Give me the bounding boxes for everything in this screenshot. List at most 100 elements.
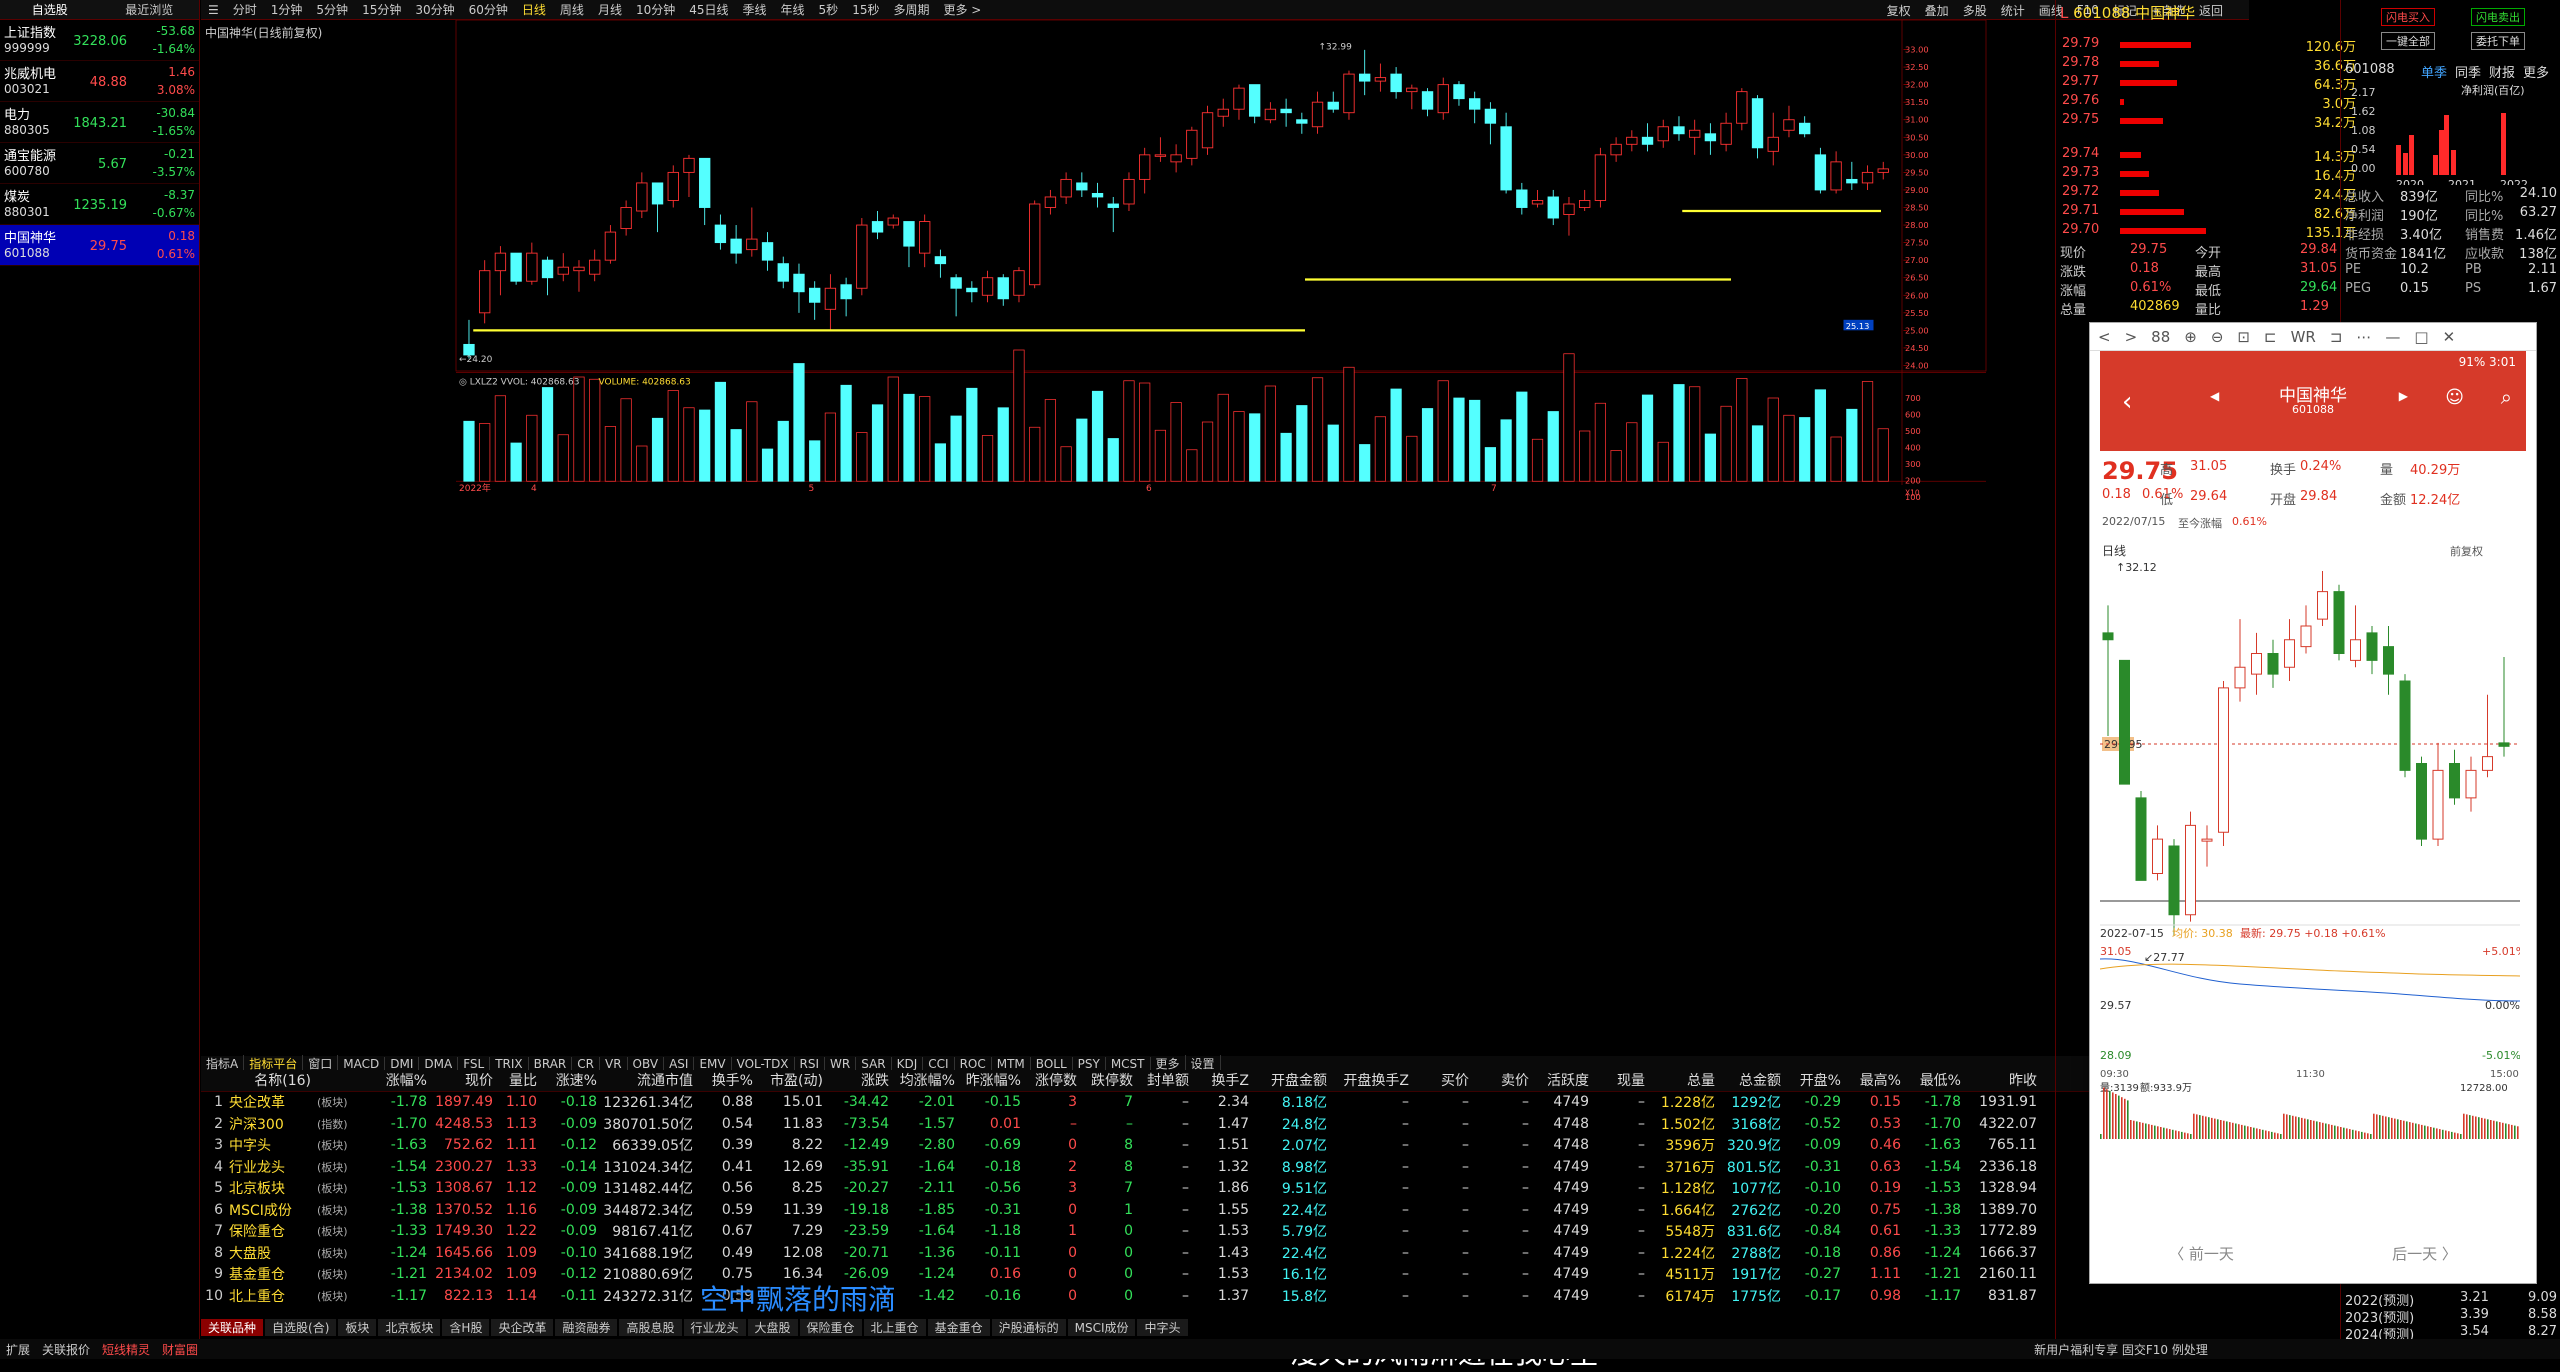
period-tab[interactable]: 周线	[553, 1, 591, 18]
period-tab[interactable]: 15分钟	[355, 1, 408, 18]
browser-icon[interactable]: —	[2385, 328, 2400, 346]
info-tab[interactable]: 单季	[2421, 62, 2447, 81]
indicator-tab[interactable]: SAR	[856, 1056, 892, 1071]
browser-icon[interactable]: ⊕	[2184, 328, 2197, 346]
info-tab[interactable]: 财报	[2489, 62, 2515, 81]
ext-tab[interactable]: 财富圈	[156, 1341, 204, 1358]
tab-watchlist[interactable]: 自选股	[0, 0, 100, 19]
tool-button[interactable]: 多股	[1956, 2, 1994, 19]
indicator-tab[interactable]: BOLL	[1031, 1056, 1073, 1071]
watchlist-item[interactable]: 上证指数 999999 3228.06 -53.68 -1.64%	[0, 20, 199, 61]
indicator-tab[interactable]: CCI	[923, 1056, 955, 1071]
watchlist-item[interactable]: 通宝能源 600780 5.67 -0.21 -3.57%	[0, 143, 199, 184]
indicator-tab[interactable]: PSY	[1073, 1056, 1106, 1071]
indicator-tab[interactable]: MCST	[1106, 1056, 1151, 1071]
period-tab[interactable]: 60分钟	[462, 1, 515, 18]
bid-level[interactable]: 29.70 135.1万	[2058, 222, 2356, 241]
tool-button[interactable]: 叠加	[1918, 2, 1956, 19]
info-tab[interactable]: 同季	[2455, 62, 2481, 81]
indicator-tab[interactable]: KDJ	[892, 1056, 924, 1071]
sector-tab[interactable]: 自选股(合)	[265, 1318, 337, 1336]
bid-level[interactable]: 29.73 16.4万	[2058, 165, 2356, 184]
watchlist-item[interactable]: 兆威机电 003021 48.88 1.46 3.08%	[0, 61, 199, 102]
prev-day-button[interactable]: 〈 前一天	[2169, 1243, 2234, 1264]
phone-window[interactable]: < >88 ⊕ ⊖ ⊡ ⊏ WR ⊐ ⋯ — □ ✕ 91% 3:01 ‹ ◀ 中国神华 601088…	[2089, 322, 2537, 1284]
browser-icon[interactable]: □	[2414, 328, 2428, 346]
indicator-tab[interactable]: EMV	[694, 1056, 732, 1071]
column-header[interactable]: 昨收	[1961, 1070, 2037, 1090]
column-header[interactable]: 开盘换手Z	[1327, 1070, 1409, 1090]
column-header[interactable]: 现量	[1589, 1070, 1645, 1090]
column-header[interactable]: 市盈(动)	[753, 1070, 823, 1090]
column-header[interactable]: 均涨幅%	[889, 1070, 955, 1090]
indicator-tab[interactable]: DMA	[419, 1056, 459, 1071]
browser-icon[interactable]: ⊡	[2237, 328, 2250, 346]
column-header[interactable]: 涨停数	[1021, 1070, 1077, 1090]
ask-level[interactable]: 29.79 120.6万	[2058, 36, 2356, 55]
tool-button[interactable]: 复权	[1880, 2, 1918, 19]
sector-tab[interactable]: 沪股通标的	[991, 1318, 1066, 1336]
column-header[interactable]: 涨幅%	[355, 1070, 427, 1090]
period-tab[interactable]: 15秒	[845, 1, 886, 18]
period-tab[interactable]: 30分钟	[408, 1, 461, 18]
column-header[interactable]: 量比	[493, 1070, 537, 1090]
sector-tab[interactable]: 融资融券	[555, 1318, 618, 1336]
sector-tab[interactable]: MSCI成份	[1067, 1318, 1136, 1336]
column-header[interactable]: 卖价	[1469, 1070, 1529, 1090]
indicator-tab[interactable]: ROC	[955, 1056, 992, 1071]
sector-tab[interactable]: 板块	[338, 1318, 377, 1336]
order-button[interactable]: 委托下单	[2471, 32, 2525, 50]
sector-tab[interactable]: 中字头	[1137, 1318, 1188, 1336]
one-key-button[interactable]: 一键全部	[2381, 32, 2435, 50]
period-tab[interactable]: 季线	[736, 1, 774, 18]
indicator-tab[interactable]: RSI	[795, 1056, 826, 1071]
column-header[interactable]: 总金额	[1715, 1070, 1781, 1090]
browser-icon[interactable]: ✕	[2443, 328, 2456, 346]
sector-tab[interactable]: 央企改革	[491, 1318, 554, 1336]
sector-tab[interactable]: 含H股	[442, 1318, 490, 1336]
quick-buy-button[interactable]: 闪电买入	[2381, 8, 2435, 26]
browser-icon[interactable]: <	[2098, 328, 2111, 346]
column-header[interactable]: 开盘金额	[1249, 1070, 1327, 1090]
ext-tab[interactable]: 短线精灵	[96, 1341, 156, 1358]
column-header[interactable]: 现价	[427, 1070, 493, 1090]
indicator-tab[interactable]: VOL-TDX	[732, 1056, 795, 1071]
watchlist-item[interactable]: 电力 880305 1843.21 -30.84 -1.65%	[0, 102, 199, 143]
column-header[interactable]: 跌停数	[1077, 1070, 1133, 1090]
column-header[interactable]: 买价	[1409, 1070, 1469, 1090]
period-tab[interactable]: 多周期	[886, 1, 936, 18]
column-header[interactable]: 涨跌	[823, 1070, 889, 1090]
period-tab[interactable]: 年线	[774, 1, 812, 18]
ext-tab[interactable]: 扩展	[0, 1341, 36, 1358]
column-header[interactable]: 名称(16)	[223, 1070, 311, 1090]
column-header[interactable]: 开盘%	[1781, 1070, 1841, 1090]
indicator-tab[interactable]: ASI	[664, 1056, 695, 1071]
bid-level[interactable]: 29.74 14.3万	[2058, 146, 2356, 165]
indicator-tab[interactable]: TRIX	[490, 1056, 529, 1071]
watchlist-item[interactable]: 中国神华 601088 29.75 0.18 0.61%	[0, 225, 199, 266]
search-icon[interactable]: ⌕	[2501, 385, 2512, 409]
browser-icon[interactable]: ⊏	[2264, 328, 2277, 346]
column-header[interactable]: 封单额	[1133, 1070, 1189, 1090]
period-tab[interactable]: 1分钟	[264, 1, 310, 18]
ask-level[interactable]: 29.76 3.0万	[2058, 93, 2356, 112]
sector-tab[interactable]: 关联品种	[201, 1318, 264, 1336]
ask-level[interactable]: 29.75 34.2万	[2058, 112, 2356, 131]
browser-icon[interactable]: WR	[2291, 328, 2316, 346]
sector-tab[interactable]: 高股息股	[619, 1318, 682, 1336]
indicator-tab[interactable]: FSL	[458, 1056, 491, 1071]
column-header[interactable]: 活跃度	[1529, 1070, 1589, 1090]
ask-level[interactable]: 29.77 64.3万	[2058, 74, 2356, 93]
info-tab[interactable]: 更多	[2523, 62, 2549, 81]
indicator-tab[interactable]: OBV	[628, 1056, 665, 1071]
browser-icon[interactable]: ⋯	[2356, 328, 2371, 346]
period-tab[interactable]: 分时	[226, 1, 264, 18]
period-tab[interactable]: 10分钟	[629, 1, 682, 18]
indicator-tab[interactable]: MACD	[338, 1056, 386, 1071]
toolbar-menu-icon[interactable]: ☰	[201, 3, 226, 17]
sector-tab[interactable]: 大盘股	[747, 1318, 798, 1336]
indicator-tab[interactable]: DMI	[385, 1056, 420, 1071]
kline-chart[interactable]: 33.00 32.50 32.00 31.50 31.00 30.50 30.00 29.50…	[201, 20, 2241, 800]
indicator-tab[interactable]: BRAR	[529, 1056, 573, 1071]
period-tab[interactable]: 日线	[515, 1, 553, 18]
